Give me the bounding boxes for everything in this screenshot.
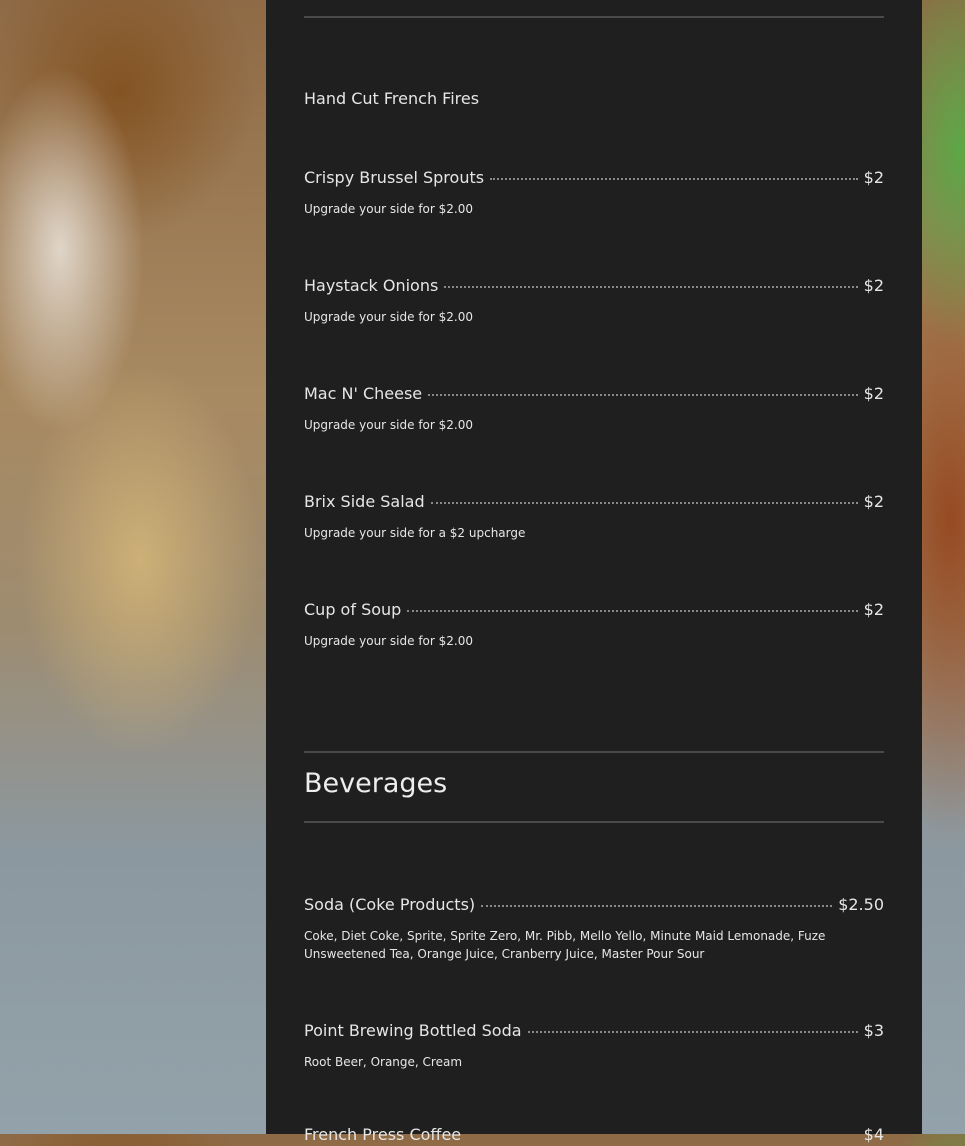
menu-item: French Press Coffee $4 — [304, 1124, 884, 1146]
menu-item: Mac N' Cheese $2 Upgrade your side for $… — [304, 383, 884, 434]
menu-item: Haystack Onions $2 Upgrade your side for… — [304, 275, 884, 326]
menu-item-name: Mac N' Cheese — [304, 384, 423, 403]
dot-leader — [407, 610, 858, 612]
menu-item-description: Upgrade your side for $2.00 — [304, 310, 473, 324]
menu-item: Point Brewing Bottled Soda $3 Root Beer,… — [304, 1020, 884, 1071]
menu-item-price: $2 — [863, 600, 884, 619]
dot-leader — [527, 1031, 858, 1033]
dot-leader — [428, 394, 858, 396]
menu-item-name: Cup of Soup — [304, 600, 402, 619]
section-divider — [304, 821, 884, 823]
menu-item-description: Upgrade your side for a $2 upcharge — [304, 526, 526, 540]
menu-item-name: Haystack Onions — [304, 276, 439, 295]
menu-item-price: $2.50 — [838, 895, 884, 914]
menu-item: Cup of Soup $2 Upgrade your side for $2.… — [304, 599, 884, 650]
menu-item: Soda (Coke Products) $2.50 Coke, Diet Co… — [304, 894, 884, 963]
menu-item-price: $4 — [863, 1125, 884, 1144]
menu-panel: Hand Cut French Fires Crispy Brussel Spr… — [266, 0, 922, 1144]
dot-leader — [444, 286, 858, 288]
menu-item-description: Upgrade your side for $2.00 — [304, 202, 473, 216]
menu-item-name: Brix Side Salad — [304, 492, 425, 511]
menu-item-name: Soda (Coke Products) — [304, 895, 476, 914]
menu-item-name: Point Brewing Bottled Soda — [304, 1021, 522, 1040]
menu-item-description: Coke, Diet Coke, Sprite, Sprite Zero, Mr… — [304, 929, 826, 961]
section-title-beverages: Beverages — [304, 768, 448, 799]
dot-leader — [490, 178, 858, 180]
menu-item-price: $2 — [863, 492, 884, 511]
menu-item-price: $2 — [863, 276, 884, 295]
section-divider — [304, 16, 884, 18]
menu-item-name: Crispy Brussel Sprouts — [304, 168, 485, 187]
menu-item: Brix Side Salad $2 Upgrade your side for… — [304, 491, 884, 542]
menu-item-name: French Press Coffee — [304, 1125, 462, 1144]
menu-item: Crispy Brussel Sprouts $2 Upgrade your s… — [304, 167, 884, 218]
menu-item-description: Upgrade your side for $2.00 — [304, 418, 473, 432]
dot-leader — [430, 502, 858, 504]
section-divider — [304, 751, 884, 753]
menu-item-price: $2 — [863, 168, 884, 187]
menu-item-price: $2 — [863, 384, 884, 403]
menu-item-price: $3 — [863, 1021, 884, 1040]
menu-item-description: Root Beer, Orange, Cream — [304, 1055, 463, 1069]
dot-leader — [481, 905, 833, 907]
menu-item-name: Hand Cut French Fires — [304, 89, 480, 108]
menu-item-description: Upgrade your side for $2.00 — [304, 634, 473, 648]
